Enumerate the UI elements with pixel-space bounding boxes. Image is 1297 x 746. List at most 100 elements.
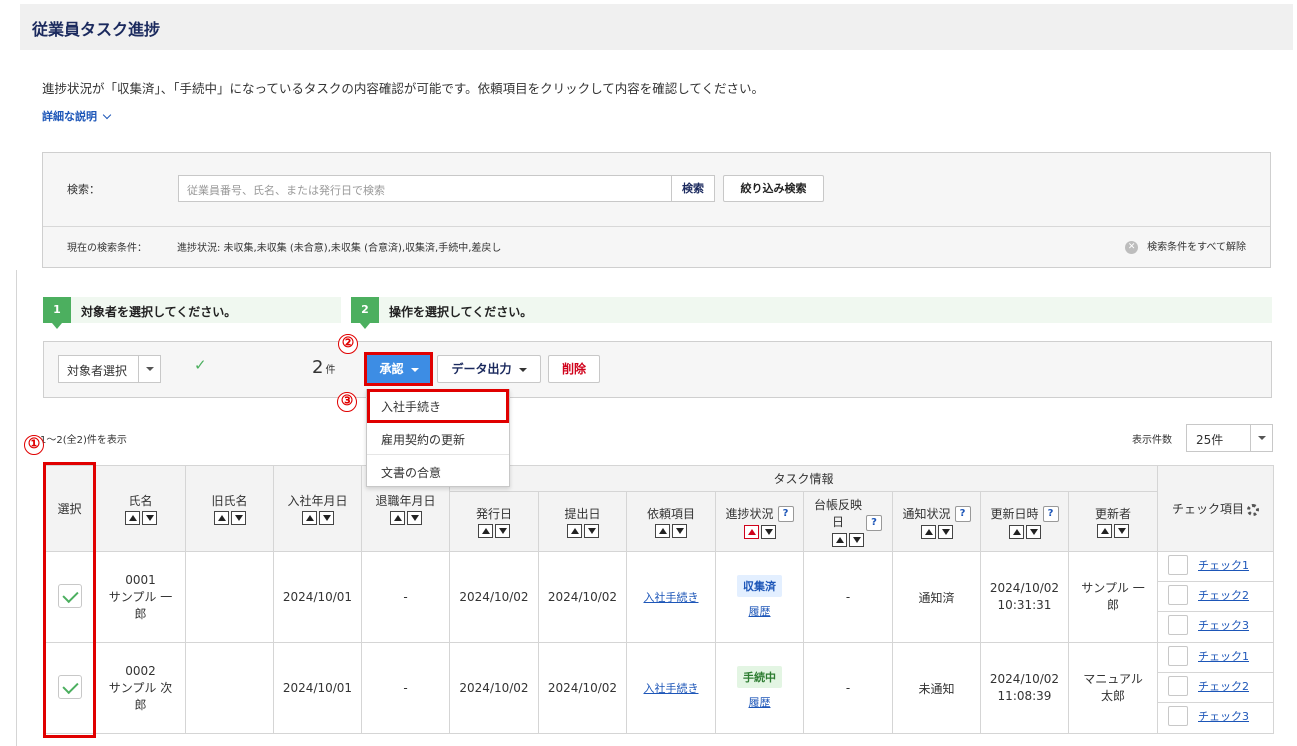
sort-desc-icon[interactable] bbox=[141, 511, 157, 526]
check-item-link[interactable]: チェック2 bbox=[1198, 680, 1249, 693]
sort-controls bbox=[920, 524, 954, 539]
col-old-name: 旧氏名 bbox=[185, 465, 274, 552]
menu-item-document-agreement[interactable]: 文書の合意 bbox=[367, 456, 509, 488]
request-item-link[interactable]: 入社手続き bbox=[644, 591, 699, 604]
sort-desc-icon[interactable] bbox=[406, 511, 422, 526]
gear-icon[interactable] bbox=[1247, 503, 1260, 516]
sort-controls bbox=[389, 511, 423, 526]
employee-name: サンプル 一郎 bbox=[108, 589, 173, 621]
check-item-link[interactable]: チェック3 bbox=[1198, 619, 1249, 632]
updated-date: 2024/10/02 bbox=[989, 581, 1060, 595]
header-label: 依頼項目 bbox=[646, 506, 695, 521]
step-number: 2 bbox=[351, 297, 379, 329]
col-submit-date: 提出日 bbox=[538, 491, 627, 552]
sort-desc-icon[interactable] bbox=[760, 524, 776, 539]
menu-item-contract-renewal[interactable]: 雇用契約の更新 bbox=[367, 423, 509, 455]
updated-time: 11:08:39 bbox=[997, 689, 1052, 703]
annotation-marker-1: ① bbox=[24, 435, 44, 455]
target-select-value: 対象者選択 bbox=[67, 364, 128, 378]
task-table: 選択 氏名 旧氏名 入社年月日 退職年月日 タスク情報 チェック項目 発行日 提… bbox=[43, 465, 1275, 734]
sort-asc-icon[interactable] bbox=[1097, 524, 1112, 539]
search-label: 検索： bbox=[67, 183, 100, 196]
check-item-link[interactable]: チェック2 bbox=[1198, 589, 1249, 602]
request-item-link[interactable]: 入社手続き bbox=[644, 682, 699, 695]
sort-desc-icon[interactable] bbox=[672, 524, 687, 539]
step-1-banner: 1 対象者を選択してください。 bbox=[43, 297, 341, 329]
chevron-down-icon bbox=[138, 356, 160, 382]
check-item-checkbox[interactable] bbox=[1168, 615, 1189, 635]
clear-conditions-button[interactable]: ✕ 検索条件をすべて解除 bbox=[1125, 238, 1246, 254]
check-items-cell: チェック1 チェック2 チェック3 bbox=[1157, 642, 1275, 734]
sort-desc-icon[interactable] bbox=[583, 524, 599, 539]
check-item: チェック1 bbox=[1158, 552, 1274, 582]
sort-desc-icon[interactable] bbox=[495, 524, 510, 539]
check-item: チェック3 bbox=[1158, 612, 1273, 642]
sort-desc-icon[interactable] bbox=[1025, 524, 1041, 539]
sort-controls bbox=[124, 511, 158, 526]
per-page-select[interactable]: 25件 bbox=[1186, 424, 1273, 452]
check-item-link[interactable]: チェック1 bbox=[1198, 559, 1249, 572]
annotation-box-select-column bbox=[43, 462, 96, 738]
notify-status-cell: 未通知 bbox=[892, 642, 981, 734]
sort-desc-icon[interactable] bbox=[318, 511, 334, 526]
filter-search-button[interactable]: 絞り込み検索 bbox=[723, 175, 824, 202]
check-item-checkbox[interactable] bbox=[1168, 676, 1189, 696]
leave-date-cell: - bbox=[361, 551, 450, 643]
check-item-checkbox[interactable] bbox=[1168, 555, 1189, 575]
target-select-dropdown[interactable]: 対象者選択 bbox=[58, 355, 161, 383]
employee-id: 0001 bbox=[125, 572, 156, 587]
clear-conditions-label: 検索条件をすべて解除 bbox=[1147, 242, 1246, 253]
header-label: 進捗状況 bbox=[725, 506, 774, 521]
sort-asc-icon[interactable] bbox=[566, 524, 582, 539]
sort-asc-icon[interactable] bbox=[832, 533, 847, 547]
sort-asc-icon[interactable] bbox=[655, 524, 670, 539]
check-item-checkbox[interactable] bbox=[1168, 646, 1189, 666]
sort-asc-icon[interactable] bbox=[301, 511, 317, 526]
help-icon[interactable]: ? bbox=[777, 506, 794, 522]
sort-desc-icon[interactable] bbox=[937, 524, 953, 539]
issue-date-cell: 2024/10/02 bbox=[449, 551, 539, 643]
header-label: 台帳反映日 bbox=[814, 498, 863, 529]
sort-controls bbox=[566, 524, 600, 539]
history-link[interactable]: 履歴 bbox=[716, 694, 803, 710]
sort-desc-icon[interactable] bbox=[230, 511, 246, 526]
sort-asc-icon[interactable] bbox=[124, 511, 140, 526]
close-circle-icon: ✕ bbox=[1125, 240, 1139, 254]
page-title: 従業員タスク進捗 bbox=[32, 20, 161, 39]
detail-explanation-toggle[interactable]: 詳細な説明 bbox=[42, 108, 112, 124]
check-item-link[interactable]: チェック1 bbox=[1198, 650, 1249, 663]
sort-asc-icon[interactable] bbox=[743, 524, 759, 539]
page-description: 進捗状況が「収集済」、「手続中」になっているタスクの内容確認が可能です。依頼項目… bbox=[42, 81, 765, 96]
col-hire-date: 入社年月日 bbox=[273, 465, 362, 552]
header-label: 更新日時 bbox=[990, 506, 1039, 521]
check-item-checkbox[interactable] bbox=[1168, 585, 1189, 605]
sort-asc-icon[interactable] bbox=[389, 511, 405, 526]
request-item-cell: 入社手続き bbox=[626, 642, 716, 734]
header-label: 提出日 bbox=[564, 506, 601, 521]
check-item-link[interactable]: チェック3 bbox=[1198, 710, 1249, 723]
search-input[interactable]: 従業員番号、氏名、または発行日で検索 bbox=[178, 175, 672, 202]
sort-desc-icon[interactable] bbox=[1114, 524, 1129, 539]
history-link[interactable]: 履歴 bbox=[716, 603, 803, 619]
help-icon[interactable]: ? bbox=[954, 506, 971, 522]
updated-at-cell: 2024/10/02 10:31:31 bbox=[980, 551, 1069, 643]
sort-asc-icon[interactable] bbox=[213, 511, 229, 526]
data-export-button[interactable]: データ出力 bbox=[437, 355, 541, 383]
sort-asc-icon[interactable] bbox=[1008, 524, 1024, 539]
header-label: 退職年月日 bbox=[375, 493, 436, 508]
group-header-task-info: タスク情報 bbox=[448, 465, 1159, 492]
col-name: 氏名 bbox=[95, 465, 186, 552]
sort-asc-icon[interactable] bbox=[920, 524, 936, 539]
check-item-checkbox[interactable] bbox=[1168, 706, 1189, 726]
detail-link-label: 詳細な説明 bbox=[42, 110, 97, 123]
help-icon[interactable]: ? bbox=[866, 514, 882, 531]
chevron-down-icon bbox=[102, 110, 112, 120]
check-list: チェック1 チェック2 チェック3 bbox=[1158, 643, 1274, 733]
search-button[interactable]: 検索 bbox=[671, 175, 715, 202]
updater-cell: マニュアル 太郎 bbox=[1067, 642, 1159, 734]
delete-button[interactable]: 削除 bbox=[548, 355, 600, 383]
step-number: 1 bbox=[43, 297, 71, 329]
sort-asc-icon[interactable] bbox=[478, 524, 493, 539]
sort-desc-icon[interactable] bbox=[849, 533, 864, 547]
help-icon[interactable]: ? bbox=[1042, 506, 1059, 522]
